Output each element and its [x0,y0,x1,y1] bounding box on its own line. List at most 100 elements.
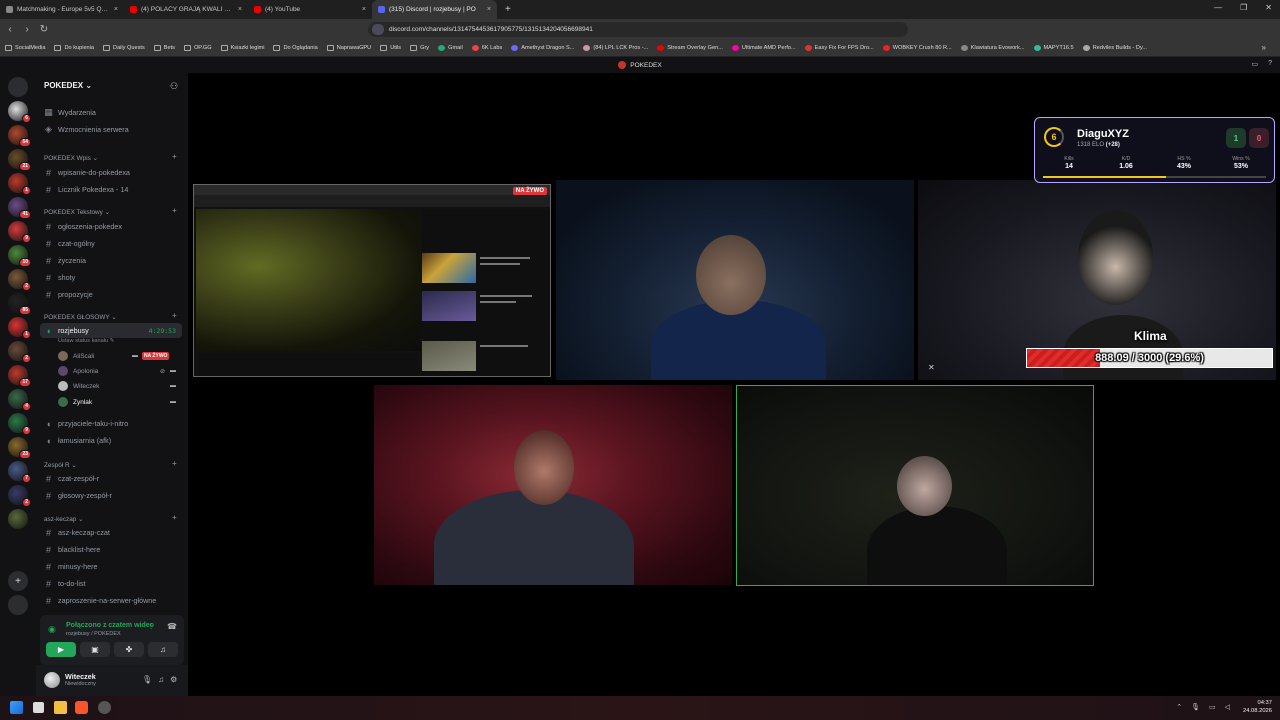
url-field[interactable]: discord.com/channels/1314754453617905775… [368,22,908,37]
bookmark-item[interactable]: Stream Overlay Gen... [657,45,723,51]
server-icon[interactable]: 4 [8,389,31,411]
channel-item[interactable]: ◖ przyjaciele-taku-i-nitro [40,416,182,431]
browser-tab[interactable]: (4) YouTube × [248,0,372,19]
server-icon[interactable]: 85 [8,293,31,315]
category-header[interactable]: asz-keczap ⌄ [44,515,83,523]
network-icon[interactable]: ▭ [1209,703,1216,711]
bookmark-item[interactable]: MAPYT16.5 [1033,45,1074,51]
server-icon[interactable]: 1 [8,317,31,339]
voice-user[interactable]: Witeczek ▬ [58,379,182,393]
bookmark-item[interactable]: Daily Quests [103,45,145,51]
explore-servers-icon[interactable] [8,595,28,615]
microphone-icon[interactable]: 🎙 [1191,703,1200,711]
create-channel-icon[interactable]: + [172,459,177,468]
bookmark-item[interactable]: Ksiazki legimi [220,45,264,51]
bookmark-item[interactable]: Gry [410,45,429,51]
bookmark-item[interactable]: Utils [380,45,401,51]
close-tab-icon[interactable]: × [487,6,491,13]
server-icon[interactable]: 17 [8,365,31,387]
server-icon[interactable]: 23 [8,437,31,459]
channel-item[interactable]: # to-do-list [40,576,182,591]
forward-icon[interactable]: › [20,24,34,35]
close-tab-icon[interactable]: × [238,6,242,13]
settings-gear-icon[interactable]: ⚙ [170,675,177,684]
avatar[interactable] [44,672,60,688]
direct-messages-icon[interactable] [8,77,28,97]
voice-user[interactable]: Apolonia ▬ ⊘ [58,364,182,378]
server-icon[interactable]: 54 [8,125,31,147]
other-bookmarks-icon[interactable]: » [1262,43,1266,52]
bookmark-item[interactable]: Redviles Builds - Dy... [1082,45,1147,51]
camera-button[interactable]: ▶ [46,642,76,657]
brave-browser-icon[interactable] [75,701,88,714]
channel-item[interactable]: # zaproszenie-na-serwer-główne [40,593,182,608]
bookmark-item[interactable]: Do kupienia [54,45,94,51]
webcam-tile[interactable] [556,180,914,380]
maximize-icon[interactable]: ❐ [1240,3,1247,12]
server-icon[interactable]: 6 [8,101,31,123]
back-icon[interactable]: ‹ [3,24,17,35]
category-header[interactable]: POKEDEX Tekstowy ⌄ [44,208,110,216]
channel-item[interactable]: # asz-keczap-czat [40,525,182,540]
bookmark-item[interactable]: Bets [153,45,175,51]
server-icon[interactable]: 21 [8,149,31,171]
headphones-icon[interactable]: ♫ [158,675,164,684]
server-icon[interactable]: 41 [8,197,31,219]
server-name-header[interactable]: POKEDEX ⌄ [44,81,92,90]
channel-item[interactable]: # shoty [40,270,182,285]
add-server-icon[interactable]: + [8,571,28,591]
minimize-icon[interactable]: — [1214,3,1222,12]
voice-connected-subtitle[interactable]: rozjebusy / POKEDEX [66,631,121,637]
set-channel-status[interactable]: Ustaw status kanału ✎ [58,338,114,344]
category-header[interactable]: Zespół R ⌄ [44,461,77,469]
channel-item[interactable]: # czat-zespół-r [40,471,182,486]
create-channel-icon[interactable]: + [172,311,177,320]
clock[interactable]: 04:37 24.08.2026 [1243,699,1272,715]
close-tab-icon[interactable]: × [362,6,366,13]
server-icon[interactable]: 9 [8,221,31,243]
inbox-icon[interactable]: ▭ [1251,60,1258,68]
activities-button[interactable]: ✤ [114,642,144,657]
channel-item[interactable]: # wpisanie-do-pokedexa [40,165,182,180]
channel-item[interactable]: # czat-ogólny [40,236,182,251]
webcam-tile-speaking[interactable] [736,385,1094,586]
windows-start-icon[interactable] [10,701,23,714]
sidebar-item-events[interactable]: ▦ Wydarzenia [40,105,182,120]
voice-user[interactable]: AliScali NA ŻYWO ▬ [58,349,182,363]
browser-tab-active[interactable]: (315) Discord | rozjebusy | PO × [372,0,497,19]
server-icon[interactable]: 1 [8,173,31,195]
bookmark-item[interactable]: Klawiatura Evowork... [960,45,1025,51]
server-icon[interactable] [8,509,28,529]
server-icon[interactable]: 2 [8,269,31,291]
create-channel-icon[interactable]: + [172,152,177,161]
create-channel-icon[interactable]: + [172,206,177,215]
app-icon[interactable] [98,701,111,714]
channel-item[interactable]: # Licznik Pokedexa - 14 [40,182,182,197]
microphone-icon[interactable]: 🎙 [142,675,152,684]
server-icon[interactable]: 2 [8,341,31,363]
bookmark-item[interactable]: OP.GG [183,45,212,51]
reload-icon[interactable]: ↻ [37,24,51,35]
channel-item[interactable]: # głosowy-zespół-r [40,488,182,503]
voice-user[interactable]: Zynlak ▬ [58,395,182,409]
channel-item[interactable]: # ogłoszenia-pokedex [40,219,182,234]
close-tab-icon[interactable]: × [114,6,118,13]
channel-item[interactable]: # życzenia [40,253,182,268]
site-info-icon[interactable] [372,24,384,35]
soundboard-button[interactable]: ♫ [148,642,178,657]
server-icon[interactable]: 2 [8,485,31,507]
bookmark-item[interactable]: (84) LPL LCK Pros -... [583,45,648,51]
bookmark-item[interactable]: WOBKEY Crush 80 R... [882,45,952,51]
bookmark-item[interactable]: NaprawaGPU [326,45,371,51]
new-tab-icon[interactable]: + [497,4,519,15]
bookmark-item[interactable]: Amethyst Dragon S... [511,45,574,51]
server-icon[interactable]: 9 [8,413,31,435]
webcam-tile[interactable] [374,385,732,585]
screen-share-button[interactable]: ▣ [80,642,110,657]
disconnect-icon[interactable]: ☎ [167,622,177,631]
close-window-icon[interactable]: ✕ [1265,3,1272,12]
file-explorer-icon[interactable] [54,701,67,714]
noise-suppression-icon[interactable]: ⫶ [150,622,152,632]
sidebar-item-boosts[interactable]: ◈ Wzmocnienia serwera [40,122,182,137]
volume-icon[interactable]: ◁ [1225,703,1230,711]
